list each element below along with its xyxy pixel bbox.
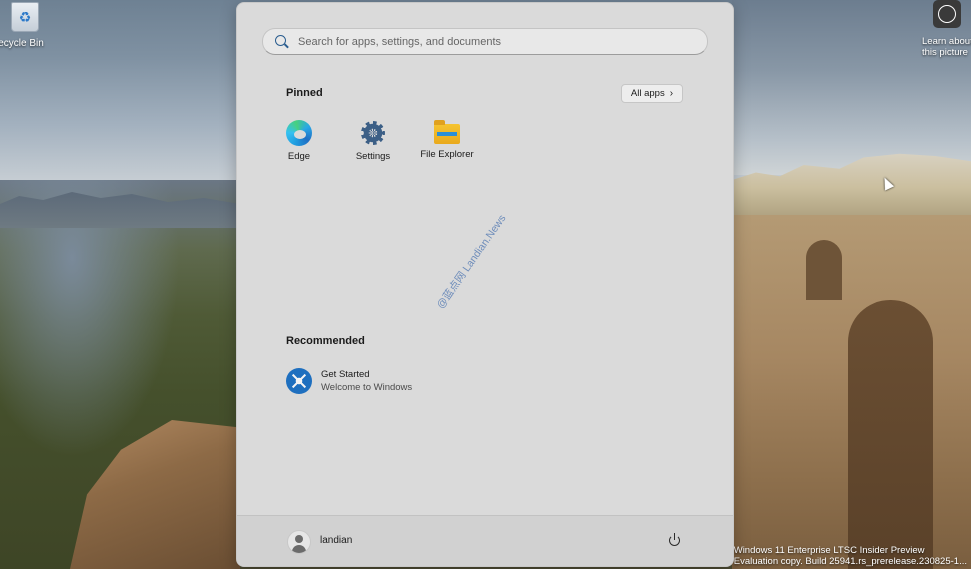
recommended-item-subtitle: Welcome to Windows	[321, 382, 413, 393]
pinned-app-edge[interactable]: Edge	[264, 120, 334, 162]
chevron-right-icon: ›	[669, 88, 674, 99]
search-box[interactable]	[262, 28, 708, 55]
desktop: ♻ ecycle Bin Learn about this picture Wi…	[0, 0, 971, 569]
start-menu-footer: landian	[237, 515, 733, 566]
get-started-icon	[286, 368, 312, 394]
folder-icon	[434, 120, 460, 144]
pinned-title: Pinned	[286, 87, 323, 99]
learn-label-line1: Learn about	[922, 36, 971, 47]
all-apps-button[interactable]: All apps ›	[621, 84, 683, 103]
wallpaper-arch	[848, 300, 933, 569]
learn-about-picture-label: Learn about this picture	[918, 36, 971, 58]
build-line2: Evaluation copy. Build 25941.rs_prerelea…	[733, 556, 967, 567]
pinned-app-settings[interactable]: Settings	[338, 120, 408, 162]
build-line1: Windows 11 Enterprise LTSC Insider Previ…	[733, 545, 925, 556]
recycle-bin-shortcut[interactable]: ♻ ecycle Bin	[0, 2, 50, 49]
start-menu: Pinned All apps › Edge Settings File Exp…	[236, 2, 734, 567]
build-watermark: Windows 11 Enterprise LTSC Insider Previ…	[734, 545, 967, 567]
pinned-app-label: File Explorer	[420, 149, 474, 160]
all-apps-label: All apps	[630, 88, 665, 99]
camera-icon	[933, 0, 961, 28]
learn-about-picture-shortcut[interactable]: Learn about this picture	[918, 0, 971, 58]
search-icon	[274, 34, 290, 50]
pinned-app-file-explorer[interactable]: File Explorer	[412, 120, 482, 160]
user-name[interactable]: landian	[320, 535, 352, 546]
recommended-title: Recommended	[286, 335, 365, 347]
recycle-bin-icon: ♻	[11, 2, 39, 32]
recommended-item-title: Get Started	[321, 369, 370, 380]
settings-gear-icon	[360, 120, 386, 146]
power-icon[interactable]	[667, 532, 683, 548]
site-watermark: @蓝点网 Landian.News	[434, 212, 509, 312]
pinned-app-label: Settings	[355, 151, 391, 162]
recommended-item-get-started[interactable]: Get Started Welcome to Windows	[286, 368, 412, 394]
user-avatar-icon[interactable]	[287, 530, 311, 554]
search-input[interactable]	[296, 34, 700, 49]
wallpaper-arch-small	[806, 240, 842, 300]
pinned-app-label: Edge	[287, 151, 311, 162]
recycle-bin-label: ecycle Bin	[0, 38, 44, 49]
edge-icon	[286, 120, 312, 146]
learn-label-line2: this picture	[922, 47, 968, 58]
